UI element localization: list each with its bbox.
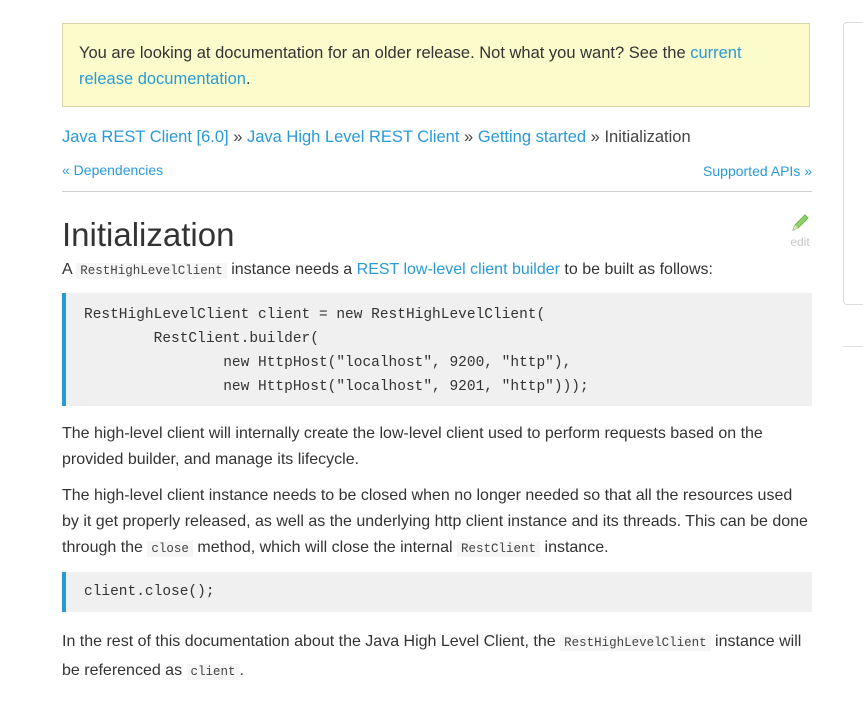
inline-code: RestHighLevelClient — [560, 635, 711, 651]
breadcrumb-separator: » — [233, 128, 243, 146]
side-panel — [843, 22, 863, 305]
inline-code: close — [147, 541, 193, 557]
paragraph-text: . — [239, 662, 244, 679]
notice-text: You are looking at documentation for an … — [79, 44, 691, 62]
edit-button[interactable]: edit — [786, 212, 814, 249]
paragraph-text: instance. — [540, 539, 609, 556]
breadcrumb-separator: » — [590, 128, 600, 146]
breadcrumb: Java REST Client [6.0] » Java High Level… — [62, 125, 691, 149]
low-level-builder-link[interactable]: REST low-level client builder — [357, 261, 560, 278]
intro-text: to be built as follows: — [559, 261, 713, 278]
breadcrumb-java-rest-client[interactable]: Java REST Client [6.0] — [62, 128, 229, 146]
breadcrumb-separator: » — [464, 128, 474, 146]
intro-text: instance needs a — [226, 261, 357, 278]
inline-code: RestClient — [457, 541, 541, 557]
paragraph-lifecycle: The high-level client will internally cr… — [62, 425, 763, 468]
inline-code: client — [186, 664, 240, 680]
prev-page-link[interactable]: « Dependencies — [62, 162, 163, 178]
paragraph-text: In the rest of this documentation about … — [62, 633, 561, 650]
paragraph-close: The high-level client instance needs to … — [62, 483, 812, 562]
pencil-icon — [792, 214, 809, 231]
intro-paragraph: A RestHighLevelClient instance needs a R… — [62, 257, 812, 284]
code-block-init: RestHighLevelClient client = new RestHig… — [62, 293, 812, 406]
edit-label: edit — [790, 235, 810, 249]
older-release-notice: You are looking at documentation for an … — [62, 23, 810, 107]
page-title: Initialization — [62, 216, 235, 253]
paragraph-reference: In the rest of this documentation about … — [62, 628, 812, 686]
code-block-close: client.close(); — [62, 572, 812, 612]
paragraph-text: method, which will close the internal — [192, 539, 458, 556]
inline-code: RestHighLevelClient — [76, 263, 227, 279]
breadcrumb-current: Initialization — [604, 128, 691, 146]
intro-text: A — [62, 261, 77, 278]
notice-suffix: . — [245, 70, 251, 88]
side-divider — [843, 346, 863, 347]
breadcrumb-high-level-client[interactable]: Java High Level REST Client — [247, 128, 459, 146]
breadcrumb-getting-started[interactable]: Getting started — [478, 128, 586, 146]
next-page-link[interactable]: Supported APIs » — [703, 163, 812, 179]
page-navigation: « Dependencies Supported APIs » — [62, 162, 812, 192]
